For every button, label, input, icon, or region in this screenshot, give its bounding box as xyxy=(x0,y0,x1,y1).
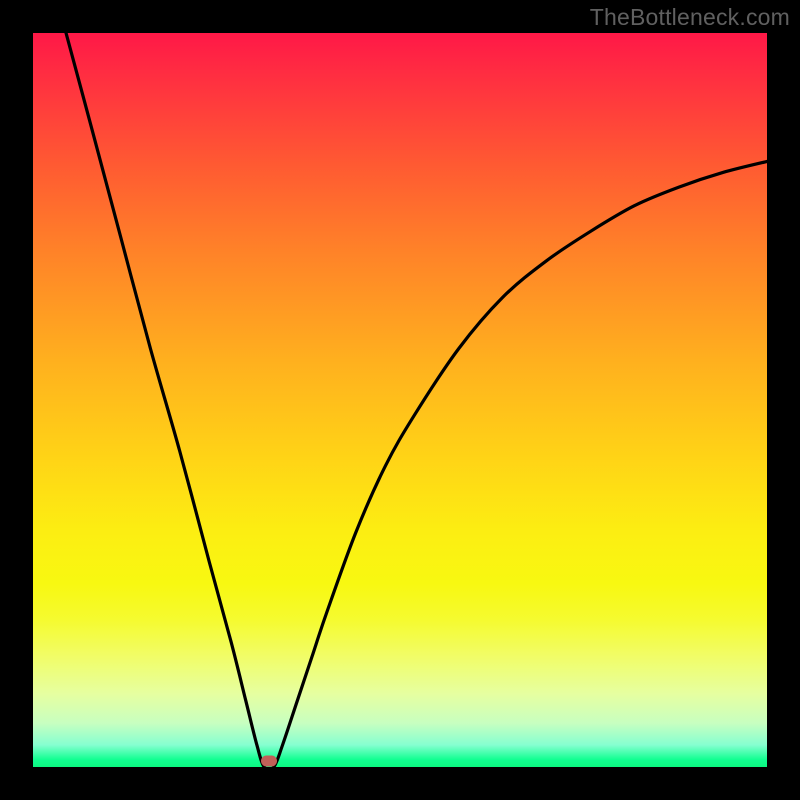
optimal-point-marker xyxy=(261,756,277,767)
bottleneck-curve xyxy=(66,33,767,767)
watermark-text: TheBottleneck.com xyxy=(590,4,790,31)
chart-frame: TheBottleneck.com xyxy=(0,0,800,800)
plot-area xyxy=(33,33,767,767)
curve-layer xyxy=(33,33,767,767)
